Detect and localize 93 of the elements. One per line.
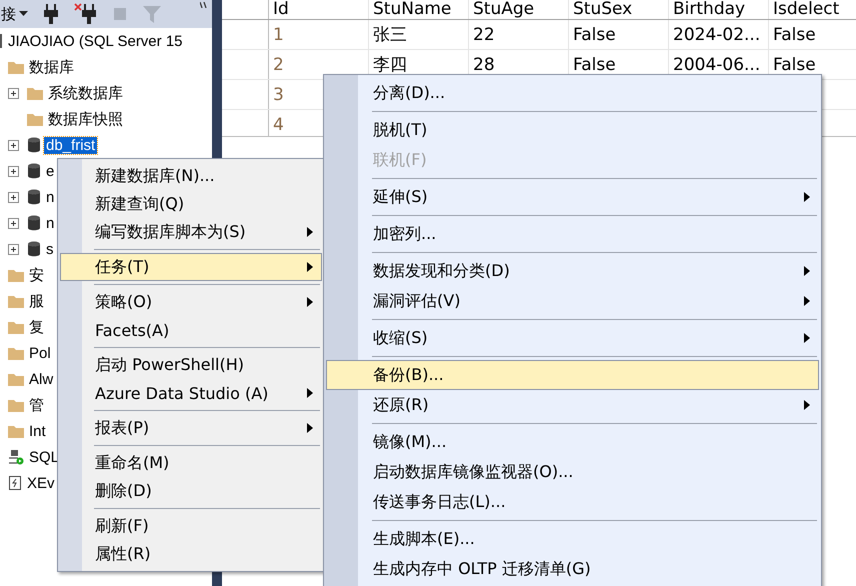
disconnect-plug-icon[interactable] <box>74 3 98 25</box>
folder-icon <box>8 294 24 308</box>
menu-item[interactable]: 新建查询(Q) <box>60 190 322 218</box>
menu-item[interactable]: 传送事务日志(L)... <box>326 487 819 517</box>
column-header[interactable]: Id <box>269 0 369 19</box>
menu-item[interactable]: 删除(D) <box>60 477 322 505</box>
table-cell: 4 <box>273 114 284 134</box>
table-cell-text: 李四 <box>373 54 407 76</box>
caret-icon <box>19 11 28 17</box>
tree-item[interactable]: 数据库快照 <box>46 110 125 128</box>
expand-icon[interactable] <box>8 88 19 98</box>
folder-icon <box>8 60 24 74</box>
tree-item[interactable]: Int <box>27 422 48 440</box>
tree-item[interactable]: 服 <box>27 292 46 310</box>
tree-item[interactable]: XEv <box>25 474 57 492</box>
tree-item[interactable]: Alw <box>27 370 56 388</box>
column-header[interactable]: Birthday <box>669 0 769 19</box>
column-header[interactable]: Isdelect <box>769 0 856 19</box>
database-icon <box>27 241 41 257</box>
table-cell: 22 <box>473 24 495 44</box>
menu-item[interactable]: 加密列... <box>326 219 819 249</box>
menu-item[interactable]: 启动 PowerShell(H) <box>60 351 322 379</box>
menu-item[interactable]: 生成脚本(E)... <box>326 524 819 554</box>
folder-icon <box>8 372 24 386</box>
menu-item[interactable]: 刷新(F) <box>60 512 322 540</box>
menu-item[interactable]: Facets(A) <box>60 316 322 344</box>
tree-item[interactable]: SQL <box>27 448 62 466</box>
table-cell: False <box>573 24 616 44</box>
tree-item[interactable]: 管 <box>27 396 46 414</box>
menu-item[interactable]: 策略(O) <box>60 288 322 316</box>
tree-item[interactable]: 数据库 <box>27 58 76 76</box>
table-cell: False <box>573 54 616 74</box>
database-icon <box>27 137 41 153</box>
table-cell: 28 <box>473 54 495 74</box>
folder-icon <box>8 320 24 334</box>
menu-item[interactable]: 重命名(M) <box>60 449 322 477</box>
menu-item[interactable]: 任务(T) <box>60 253 322 281</box>
table-cell: 3 <box>273 84 284 104</box>
expand-icon[interactable] <box>8 140 19 150</box>
folder-icon <box>8 346 24 360</box>
tree-item[interactable]: s <box>44 240 56 258</box>
tree-item[interactable]: 复 <box>27 318 46 336</box>
plug-icon[interactable] <box>42 3 60 25</box>
menu-item[interactable]: 延伸(S) <box>326 182 819 212</box>
column-header[interactable]: StuAge <box>469 0 569 19</box>
menu-item[interactable]: 报表(P) <box>60 414 322 442</box>
connect-button[interactable]: 接 <box>1 4 28 24</box>
event-icon <box>8 475 22 491</box>
expand-icon[interactable] <box>8 166 19 176</box>
table-cell-text: 张三 <box>373 24 407 46</box>
column-header[interactable]: StuName <box>369 0 469 19</box>
database-icon <box>27 189 41 205</box>
tree-item[interactable]: 安 <box>27 266 46 284</box>
table-cell: 2024-02... <box>673 24 760 44</box>
table-cell: False <box>773 24 816 44</box>
database-icon <box>27 215 41 231</box>
menu-item[interactable]: 收缩(S) <box>326 323 819 353</box>
tree-item[interactable]: e <box>44 162 56 180</box>
menu-item[interactable]: 漏洞评估(V) <box>326 286 819 316</box>
overflow-icon[interactable] <box>200 2 208 8</box>
tree-item[interactable]: Pol <box>27 344 53 362</box>
database-icon <box>27 163 41 179</box>
menu-item[interactable]: Azure Data Studio (A) <box>60 379 322 407</box>
expand-icon[interactable] <box>8 244 19 254</box>
tree-item[interactable]: n <box>44 188 56 206</box>
table-cell: 1 <box>273 24 284 44</box>
column-header[interactable]: StuSex <box>569 0 669 19</box>
menu-item[interactable]: 备份(B)... <box>326 360 819 390</box>
expand-icon[interactable] <box>8 218 19 228</box>
menu-item[interactable]: 数据发现和分类(D) <box>326 256 819 286</box>
menu-item[interactable]: 镜像(M)... <box>326 427 819 457</box>
table-cell: 2 <box>273 54 284 74</box>
tree-item[interactable]: db_frist <box>44 136 98 154</box>
folder-icon <box>27 86 43 100</box>
menu-item[interactable]: 还原(R) <box>326 390 819 420</box>
menu-item[interactable]: 编写数据库脚本为(S) <box>60 218 322 246</box>
menu-item[interactable]: 脱机(T) <box>326 115 819 145</box>
menu-item[interactable]: 启动数据库镜像监视器(O)... <box>326 457 819 487</box>
folder-icon <box>27 112 43 126</box>
menu-item[interactable]: 生成内存中 OLTP 迁移清单(G) <box>326 554 819 584</box>
table-cell: False <box>773 54 816 74</box>
table-cell: 2004-06... <box>673 54 760 74</box>
folder-icon <box>8 424 24 438</box>
tree-item[interactable]: n <box>44 214 56 232</box>
folder-icon <box>8 398 24 412</box>
agent-icon <box>8 449 24 465</box>
tree-item[interactable]: 系统数据库 <box>46 84 125 102</box>
expand-icon[interactable] <box>8 192 19 202</box>
menu-item[interactable]: 属性(R) <box>60 540 322 568</box>
folder-icon <box>8 268 24 282</box>
tree-item[interactable]: JIAOJIAO (SQL Server 15 <box>6 32 184 50</box>
menu-item[interactable]: 分离(D)... <box>326 78 819 108</box>
menu-item[interactable]: 新建数据库(N)... <box>60 162 322 190</box>
